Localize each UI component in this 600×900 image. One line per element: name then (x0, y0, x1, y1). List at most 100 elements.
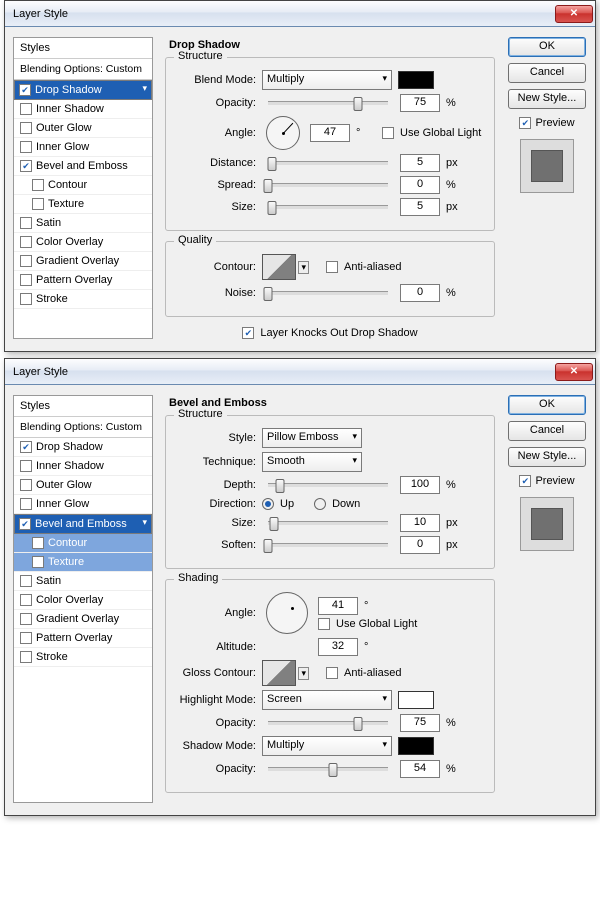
style-item-color-overlay[interactable]: Color Overlay (14, 233, 152, 252)
style-item-drop-shadow[interactable]: Drop Shadow (14, 80, 152, 100)
direction-up-radio[interactable] (262, 498, 274, 510)
style-checkbox[interactable] (32, 179, 44, 191)
shadow-opacity-slider[interactable] (268, 767, 388, 771)
style-item-texture[interactable]: Texture (14, 553, 152, 572)
style-item-inner-glow[interactable]: Inner Glow (14, 138, 152, 157)
blend-mode-select[interactable]: Multiply (262, 70, 392, 90)
soften-slider[interactable] (268, 543, 388, 547)
style-checkbox[interactable] (20, 122, 32, 134)
close-icon[interactable]: ✕ (555, 363, 593, 381)
style-checkbox[interactable] (20, 274, 32, 286)
style-item-contour[interactable]: Contour (14, 534, 152, 553)
layer-knocks-out-checkbox[interactable] (242, 327, 254, 339)
direction-down-radio[interactable] (314, 498, 326, 510)
depth-input[interactable]: 100 (400, 476, 440, 494)
style-checkbox[interactable] (20, 255, 32, 267)
noise-slider[interactable] (268, 291, 388, 295)
style-checkbox[interactable] (20, 103, 32, 115)
anti-aliased-checkbox[interactable] (326, 667, 338, 679)
style-item-outer-glow[interactable]: Outer Glow (14, 119, 152, 138)
opacity-slider[interactable] (268, 101, 388, 105)
new-style-button[interactable]: New Style... (508, 89, 586, 109)
altitude-input[interactable]: 32 (318, 638, 358, 656)
angle-altitude-dial[interactable] (266, 592, 308, 634)
blending-options[interactable]: Blending Options: Custom (14, 417, 152, 438)
technique-select[interactable]: Smooth (262, 452, 362, 472)
soften-input[interactable]: 0 (400, 536, 440, 554)
shadow-color-swatch[interactable] (398, 737, 434, 755)
noise-input[interactable]: 0 (400, 284, 440, 302)
ok-button[interactable]: OK (508, 37, 586, 57)
style-item-pattern-overlay[interactable]: Pattern Overlay (14, 629, 152, 648)
use-global-light-checkbox[interactable] (382, 127, 394, 139)
style-checkbox[interactable] (20, 160, 32, 172)
style-checkbox[interactable] (20, 441, 32, 453)
size-input[interactable]: 5 (400, 198, 440, 216)
style-checkbox[interactable] (20, 632, 32, 644)
distance-input[interactable]: 5 (400, 154, 440, 172)
styles-header[interactable]: Styles (14, 38, 152, 59)
style-checkbox[interactable] (20, 651, 32, 663)
style-item-color-overlay[interactable]: Color Overlay (14, 591, 152, 610)
style-item-stroke[interactable]: Stroke (14, 648, 152, 667)
style-checkbox[interactable] (20, 141, 32, 153)
depth-slider[interactable] (268, 483, 388, 487)
style-checkbox[interactable] (20, 479, 32, 491)
style-item-gradient-overlay[interactable]: Gradient Overlay (14, 610, 152, 629)
style-checkbox[interactable] (32, 537, 44, 549)
style-item-texture[interactable]: Texture (14, 195, 152, 214)
angle-input[interactable]: 41 (318, 597, 358, 615)
style-item-outer-glow[interactable]: Outer Glow (14, 476, 152, 495)
new-style-button[interactable]: New Style... (508, 447, 586, 467)
style-item-contour[interactable]: Contour (14, 176, 152, 195)
shadow-color-swatch[interactable] (398, 71, 434, 89)
style-checkbox[interactable] (32, 198, 44, 210)
style-item-drop-shadow[interactable]: Drop Shadow (14, 438, 152, 457)
style-checkbox[interactable] (20, 293, 32, 305)
style-checkbox[interactable] (20, 460, 32, 472)
styles-header[interactable]: Styles (14, 396, 152, 417)
style-item-gradient-overlay[interactable]: Gradient Overlay (14, 252, 152, 271)
cancel-button[interactable]: Cancel (508, 421, 586, 441)
contour-picker[interactable] (262, 254, 296, 280)
style-checkbox[interactable] (20, 236, 32, 248)
style-item-stroke[interactable]: Stroke (14, 290, 152, 309)
anti-aliased-checkbox[interactable] (326, 261, 338, 273)
preview-checkbox[interactable] (519, 475, 531, 487)
style-item-bevel-and-emboss[interactable]: Bevel and Emboss (14, 514, 152, 534)
style-checkbox[interactable] (19, 518, 31, 530)
shadow-opacity-input[interactable]: 54 (400, 760, 440, 778)
style-item-inner-glow[interactable]: Inner Glow (14, 495, 152, 514)
style-checkbox[interactable] (19, 84, 31, 96)
ok-button[interactable]: OK (508, 395, 586, 415)
style-item-satin[interactable]: Satin (14, 214, 152, 233)
style-checkbox[interactable] (32, 556, 44, 568)
style-checkbox[interactable] (20, 613, 32, 625)
highlight-color-swatch[interactable] (398, 691, 434, 709)
spread-input[interactable]: 0 (400, 176, 440, 194)
highlight-opacity-slider[interactable] (268, 721, 388, 725)
preview-checkbox[interactable] (519, 117, 531, 129)
close-icon[interactable]: ✕ (555, 5, 593, 23)
style-select[interactable]: Pillow Emboss (262, 428, 362, 448)
highlight-opacity-input[interactable]: 75 (400, 714, 440, 732)
angle-input[interactable]: 47 (310, 124, 350, 142)
style-item-pattern-overlay[interactable]: Pattern Overlay (14, 271, 152, 290)
style-item-inner-shadow[interactable]: Inner Shadow (14, 457, 152, 476)
gloss-contour-picker[interactable] (262, 660, 296, 686)
style-item-bevel-and-emboss[interactable]: Bevel and Emboss (14, 157, 152, 176)
distance-slider[interactable] (268, 161, 388, 165)
shadow-mode-select[interactable]: Multiply (262, 736, 392, 756)
cancel-button[interactable]: Cancel (508, 63, 586, 83)
style-item-inner-shadow[interactable]: Inner Shadow (14, 100, 152, 119)
size-slider[interactable] (268, 205, 388, 209)
style-checkbox[interactable] (20, 594, 32, 606)
blending-options[interactable]: Blending Options: Custom (14, 59, 152, 80)
style-checkbox[interactable] (20, 575, 32, 587)
use-global-light-checkbox[interactable] (318, 618, 330, 630)
spread-slider[interactable] (268, 183, 388, 187)
style-item-satin[interactable]: Satin (14, 572, 152, 591)
angle-dial[interactable] (266, 116, 300, 150)
style-checkbox[interactable] (20, 217, 32, 229)
size-slider[interactable] (268, 521, 388, 525)
